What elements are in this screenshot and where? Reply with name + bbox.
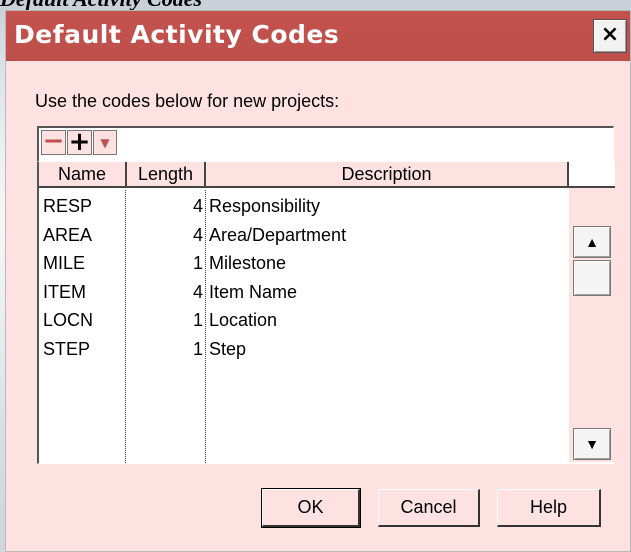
cell-description[interactable]: Area/Department — [209, 221, 346, 249]
instruction-text: Use the codes below for new projects: — [35, 91, 340, 111]
cell-name[interactable]: MILE — [43, 249, 85, 277]
cell-length[interactable]: 4 — [127, 192, 203, 220]
column-header-name[interactable]: Name — [39, 162, 127, 188]
cell-description[interactable]: Location — [209, 306, 277, 334]
title-bar[interactable]: Default Activity Codes × — [6, 11, 630, 61]
column-header-description[interactable]: Description — [206, 162, 569, 188]
table-row[interactable]: MILE 1 Milestone — [39, 249, 569, 278]
grid-rows: RESP 4 Responsibility AREA 4 Area/Depart… — [39, 192, 569, 363]
scroll-up-button[interactable]: ▲ — [573, 226, 611, 258]
window-title: Default Activity Codes — [14, 20, 340, 49]
add-row-button[interactable]: + — [67, 127, 92, 157]
cell-name[interactable]: AREA — [43, 221, 92, 249]
arrow-up-icon: ▲ — [585, 234, 599, 250]
default-activity-codes-dialog: Default Activity Codes × Use the codes b… — [5, 10, 631, 552]
figure-caption: Default Activity Codes — [0, 0, 202, 11]
cell-length[interactable]: 1 — [127, 306, 203, 334]
cell-description[interactable]: Responsibility — [209, 192, 320, 220]
cell-name[interactable]: RESP — [43, 192, 92, 220]
cell-name[interactable]: LOCN — [43, 306, 93, 334]
activity-codes-grid[interactable]: Name Length Description RESP 4 Responsib… — [37, 162, 615, 464]
close-button[interactable]: × — [593, 19, 627, 53]
cell-length[interactable]: 4 — [127, 278, 203, 306]
cell-name[interactable]: STEP — [43, 335, 90, 363]
arrow-down-icon: ▼ — [585, 436, 599, 452]
toolbar-dropdown-button[interactable]: ▼ — [93, 130, 117, 155]
remove-row-button[interactable]: − — [41, 128, 66, 155]
table-row[interactable]: STEP 1 Step — [39, 335, 569, 364]
cell-description[interactable]: Step — [209, 335, 246, 363]
close-icon: × — [600, 22, 620, 47]
table-row[interactable]: AREA 4 Area/Department — [39, 221, 569, 250]
vertical-scrollbar[interactable]: ▲ ▼ — [569, 188, 615, 462]
table-row[interactable]: ITEM 4 Item Name — [39, 278, 569, 307]
cell-length[interactable]: 4 — [127, 221, 203, 249]
plus-icon: + — [68, 127, 91, 157]
scroll-down-button[interactable]: ▼ — [573, 428, 611, 460]
cancel-button[interactable]: Cancel — [378, 489, 480, 527]
cell-name[interactable]: ITEM — [43, 278, 86, 306]
column-header-length[interactable]: Length — [127, 162, 206, 188]
grid-toolbar: − + ▼ — [37, 126, 614, 162]
minus-icon: − — [42, 126, 65, 156]
cell-description[interactable]: Milestone — [209, 249, 286, 277]
cell-length[interactable]: 1 — [127, 249, 203, 277]
table-row[interactable]: RESP 4 Responsibility — [39, 192, 569, 221]
cell-length[interactable]: 1 — [127, 335, 203, 363]
header-spacer — [569, 162, 615, 188]
ok-button[interactable]: OK — [261, 488, 361, 528]
chevron-down-icon: ▼ — [100, 136, 110, 150]
table-row[interactable]: LOCN 1 Location — [39, 306, 569, 335]
cell-description[interactable]: Item Name — [209, 278, 297, 306]
scroll-thumb[interactable] — [573, 260, 611, 296]
help-button[interactable]: Help — [497, 489, 601, 527]
